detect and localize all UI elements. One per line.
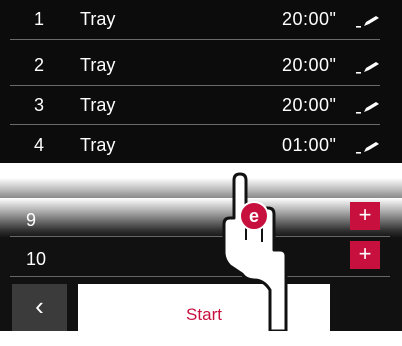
row-time: 20:00" [282,55,337,75]
program-row[interactable]: 4 Tray 01:00" [0,126,402,165]
row-label: Tray [80,95,116,115]
row-number: 4 [34,135,45,155]
row-label: Tray [80,135,116,155]
row-label: Tray [80,55,116,75]
divider [10,236,390,237]
row-number: 2 [34,55,45,75]
row-number: 9 [26,210,37,230]
row-time: 01:00" [282,135,337,155]
divider [10,276,390,277]
divider [10,124,380,125]
program-row[interactable]: 2 Tray 20:00" [0,46,402,85]
list-row: 10 [0,241,402,279]
program-row[interactable]: 1 Tray 20:00" [0,0,402,39]
row-time: 20:00" [282,95,337,115]
add-button[interactable]: + [350,241,380,269]
pencil-edit-icon[interactable] [356,14,382,28]
program-row[interactable]: 3 Tray 20:00" [0,86,402,125]
pencil-edit-icon[interactable] [356,60,382,74]
back-button[interactable]: ‹ [12,284,67,331]
row-time: 20:00" [282,9,337,29]
list-row: 9 [0,202,402,240]
pencil-edit-icon[interactable] [356,100,382,114]
row-number: 3 [34,95,45,115]
row-number: 1 [34,9,45,29]
row-number: 10 [26,249,47,269]
divider [10,39,380,40]
badge-letter: e [249,206,259,226]
row-label: Tray [80,9,116,29]
add-button[interactable]: + [350,202,380,230]
program-list: 1 Tray 20:00" 2 Tray 20:00" 3 Tray 20:00… [0,0,402,163]
pointing-hand-icon: e [222,172,288,331]
pencil-edit-icon[interactable] [356,140,382,154]
